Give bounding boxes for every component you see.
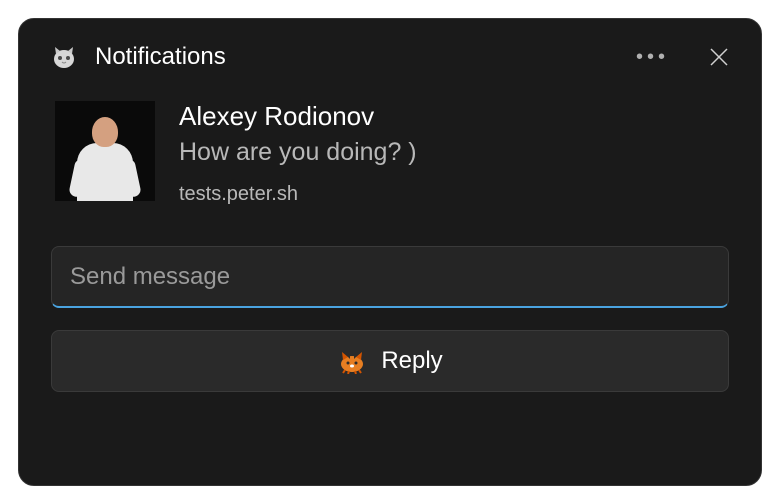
header-actions: ••• (636, 46, 729, 69)
avatar (55, 101, 155, 201)
input-wrapper (19, 226, 761, 316)
notification-card: Notifications ••• Alexey Rodionov How ar… (18, 18, 762, 486)
close-icon[interactable] (709, 47, 729, 67)
header-title: Notifications (95, 43, 636, 71)
reply-button-label: Reply (381, 347, 442, 375)
reply-button[interactable]: Reply (51, 330, 729, 392)
notification-content: Alexey Rodionov How are you doing? ) tes… (19, 89, 761, 226)
sender-name: Alexey Rodionov (179, 101, 417, 132)
message-input[interactable] (51, 246, 729, 308)
notification-source: tests.peter.sh (179, 183, 417, 206)
app-icon (51, 44, 77, 70)
text-content: Alexey Rodionov How are you doing? ) tes… (179, 101, 417, 206)
notification-header: Notifications ••• (19, 19, 761, 89)
message-body: How are you doing? ) (179, 138, 417, 167)
button-wrapper: Reply (19, 316, 761, 416)
cat-icon (337, 348, 367, 374)
more-icon[interactable]: ••• (636, 46, 669, 69)
